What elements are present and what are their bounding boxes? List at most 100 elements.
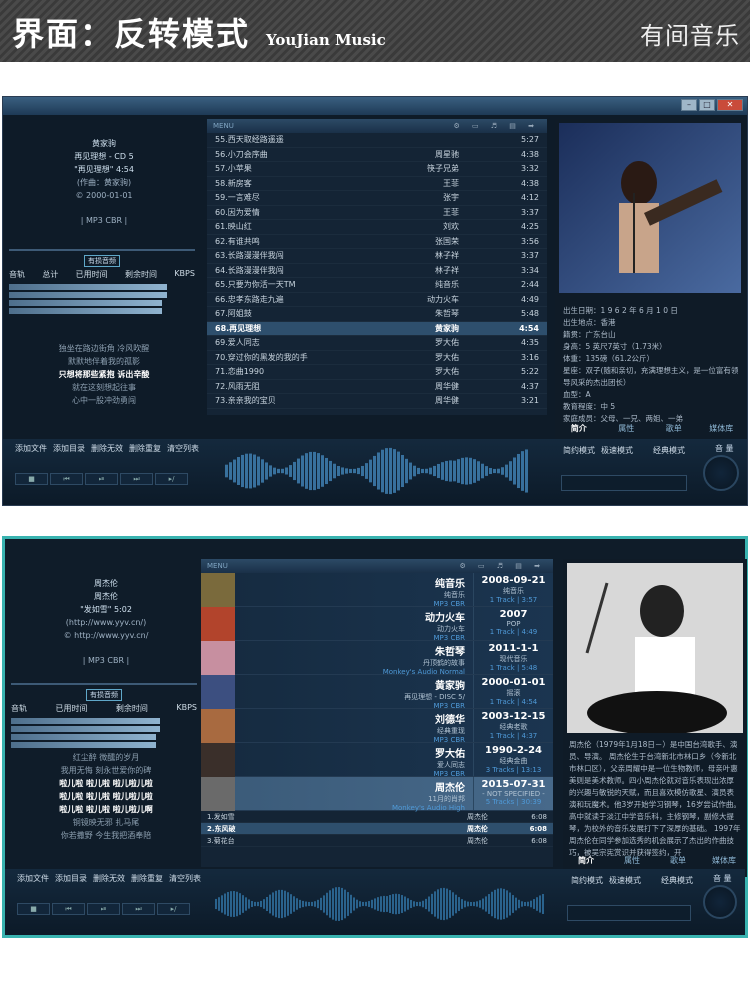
playlist-row[interactable]: 59.一言难尽 张宇 4:12	[207, 191, 547, 206]
playlist: MENU ⚙ ▭ ♬ ▤ ➡ 55.西天取经路遥遥 5:27 56.小刀会序曲 周星驰 4…	[207, 119, 547, 415]
track-duration: 3:34	[521, 265, 539, 275]
add-file-button[interactable]: 添加文件	[17, 873, 49, 884]
tab-playlist[interactable]: 歌单	[650, 423, 698, 434]
next-button[interactable]: ⏭	[122, 903, 155, 915]
playlist-row[interactable]: 70.穿过你的黑发的我的手 罗大佑 3:16	[207, 351, 547, 365]
remove-invalid-button[interactable]: 删除无效	[93, 873, 125, 884]
playlist-row[interactable]: 66.忠孝东路走九遍 动力火车 4:49	[207, 293, 547, 307]
play-pause-button[interactable]: ⏯	[85, 473, 118, 485]
volume-knob[interactable]	[703, 885, 737, 919]
fast-mode-button[interactable]: 极速模式	[609, 875, 641, 886]
tab-playlist[interactable]: 歌单	[655, 855, 701, 866]
list-menu[interactable]: MENU	[207, 562, 228, 570]
track-row[interactable]: 2.东风破 周杰伦 6:08	[201, 823, 553, 835]
tab-intro[interactable]: 简介	[555, 423, 603, 434]
track-label: "再见理想" 4:54	[74, 165, 134, 174]
tab-library[interactable]: 媒体库	[701, 855, 747, 866]
classic-mode-button[interactable]: 经典模式	[661, 875, 693, 886]
album-row[interactable]: 刘德华 经典重现 MP3 CBR 2003-12-15 经典老歌 1 Track | 4…	[201, 709, 553, 744]
bio-line: 星座：双子(随和亲切，充满理想主义，是一位富有领导风采的杰出团长）	[563, 366, 739, 387]
banner-title: 界面：反转模式	[12, 15, 251, 53]
list-menu[interactable]: MENU	[213, 122, 234, 130]
playlist-row[interactable]: 61.映山红 刘欢 4:25	[207, 220, 547, 235]
album-cover	[201, 709, 235, 743]
track-title: 3.菊花台	[207, 837, 235, 845]
lyric-line-current: 只想将那些紧抱 诉出辛酸	[58, 370, 150, 379]
remove-invalid-button[interactable]: 删除无效	[91, 443, 123, 454]
quality-tab[interactable]: 有损音频	[86, 689, 122, 701]
playlist-row[interactable]: 65.只要为你活一天TM 纯音乐 2:44	[207, 278, 547, 293]
track-duration: 2:44	[521, 280, 539, 289]
lyric-line: 就在这刻想起往事	[72, 383, 136, 392]
maximize-icon[interactable]: □	[699, 99, 715, 111]
track-row[interactable]: 1.发如雪 周杰伦 6:08	[201, 811, 553, 823]
clear-list-button[interactable]: 清空列表	[167, 443, 199, 454]
tab-properties[interactable]: 属性	[609, 855, 655, 866]
album-row[interactable]: 黄家驹 再见理想 - DISC 5/MP3 CBR 2000-01-01 摇滚 1 T…	[201, 675, 553, 710]
playlist-row[interactable]: 60.因为爱情 王菲 3:37	[207, 206, 547, 220]
playlist-row[interactable]: 72.风雨无阻 周华健 4:37	[207, 380, 547, 394]
prev-button[interactable]: ⏮	[50, 473, 83, 485]
prev-button[interactable]: ⏮	[52, 903, 85, 915]
album-title: 动力火车	[437, 625, 465, 633]
playlist-row[interactable]: 67.阿姐鼓 朱哲琴 5:48	[207, 307, 547, 322]
artist-bio: 周杰伦（1979年1月18日－）是中国台湾歌手、演员、导演。 周杰伦生于台湾新北…	[569, 740, 741, 857]
add-folder-button[interactable]: 添加目录	[53, 443, 85, 454]
track-artist: 周星驰	[435, 149, 459, 159]
tab-properties[interactable]: 属性	[603, 423, 651, 434]
playlist-row[interactable]: 62.有谁共鸣 张国荣 3:56	[207, 235, 547, 249]
add-folder-button[interactable]: 添加目录	[55, 873, 87, 884]
playlist-row[interactable]: 68.再见理想 黄家驹 4:54	[207, 321, 547, 336]
track-row[interactable]: 3.菊花台 周杰伦 6:08	[201, 835, 553, 847]
stop-button[interactable]: ■	[15, 473, 48, 485]
remove-duplicate-button[interactable]: 删除重复	[129, 443, 161, 454]
waveform-visualizer	[225, 447, 528, 495]
playlist-row[interactable]: 58.新房客 王菲 4:38	[207, 177, 547, 191]
track-title: 61.映山红	[215, 222, 252, 231]
playlist-row[interactable]: 56.小刀会序曲 周星驰 4:38	[207, 148, 547, 162]
track-artist: 黄家驹	[435, 323, 459, 333]
simple-mode-button[interactable]: 简约模式	[571, 875, 603, 886]
list-toolbar-icons[interactable]: ⚙ ▭ ♬ ▤ ➡	[459, 559, 545, 573]
clear-list-button[interactable]: 清空列表	[169, 873, 201, 884]
track-duration: 6:08	[531, 813, 547, 821]
quality-tab[interactable]: 有损音频	[84, 255, 120, 267]
minimize-icon[interactable]: –	[681, 99, 697, 111]
album-row[interactable]: 纯音乐 纯音乐 MP3 CBR 2008-09-21 纯音乐 1 Track | 3:5…	[201, 573, 553, 608]
album-tracks: 1 Track | 3:57	[489, 596, 538, 604]
playlist-row[interactable]: 63.长路漫漫伴我闯 林子祥 3:37	[207, 249, 547, 264]
album-row[interactable]: 动力火车 动力火车 MP3 CBR 2007 POP 1 Track | 4:49	[201, 607, 553, 642]
track-label: "发如雪" 5:02	[80, 605, 132, 614]
playlist-row[interactable]: 64.长路漫漫伴我闯 林子祥 3:34	[207, 264, 547, 278]
album-row[interactable]: 周杰伦 11月的肖邦 Monkey's Audio High 2015-07-31-…	[201, 777, 553, 812]
classic-mode-button[interactable]: 经典模式	[653, 445, 685, 456]
album-tracks: 3 Tracks | 13:13	[485, 766, 542, 774]
remove-duplicate-button[interactable]: 删除重复	[131, 873, 163, 884]
playlist-row[interactable]: 73.亲亲我的宝贝 周华健 3:21	[207, 394, 547, 409]
album-genre: 摇滚	[506, 689, 521, 697]
fast-mode-button[interactable]: 极速模式	[601, 445, 633, 456]
window-titlebar[interactable]: – □ ✕	[3, 97, 747, 115]
track-duration: 4:12	[521, 193, 539, 202]
lyric-line: 红尘醉 微醺的岁月	[72, 753, 140, 762]
list-toolbar-icons[interactable]: ⚙ ▭ ♬ ▤ ➡	[453, 119, 539, 133]
close-icon[interactable]: ✕	[717, 99, 743, 111]
album-row[interactable]: 朱哲琴 丹顶鹤的故事 Monkey's Audio Normal 2011-1-1 现…	[201, 641, 553, 676]
mode-button[interactable]: ▸/	[155, 473, 188, 485]
simple-mode-button[interactable]: 简约模式	[563, 445, 595, 456]
album-row[interactable]: 罗大佑 爱人同志 MP3 CBR 1990-2-24 经典金曲 3 Tracks | 1…	[201, 743, 553, 778]
tab-library[interactable]: 媒体库	[698, 423, 746, 434]
mode-button[interactable]: ▸/	[157, 903, 190, 915]
track-title: 68.再见理想	[215, 323, 262, 333]
playlist-row[interactable]: 69.爱人同志 罗大佑 4:35	[207, 336, 547, 351]
play-pause-button[interactable]: ⏯	[87, 903, 120, 915]
tab-intro[interactable]: 简介	[563, 855, 609, 866]
stop-button[interactable]: ■	[17, 903, 50, 915]
playlist-row[interactable]: 57.小苹果 筷子兄弟 3:32	[207, 162, 547, 177]
lyric-line-current: 啦儿啦 啦儿啦 啦儿啦儿啊	[59, 805, 153, 814]
volume-knob[interactable]	[703, 455, 739, 491]
next-button[interactable]: ⏭	[120, 473, 153, 485]
add-file-button[interactable]: 添加文件	[15, 443, 47, 454]
playlist-row[interactable]: 55.西天取经路遥遥 5:27	[207, 133, 547, 148]
playlist-row[interactable]: 71.恋曲1990 罗大佑 5:22	[207, 365, 547, 380]
